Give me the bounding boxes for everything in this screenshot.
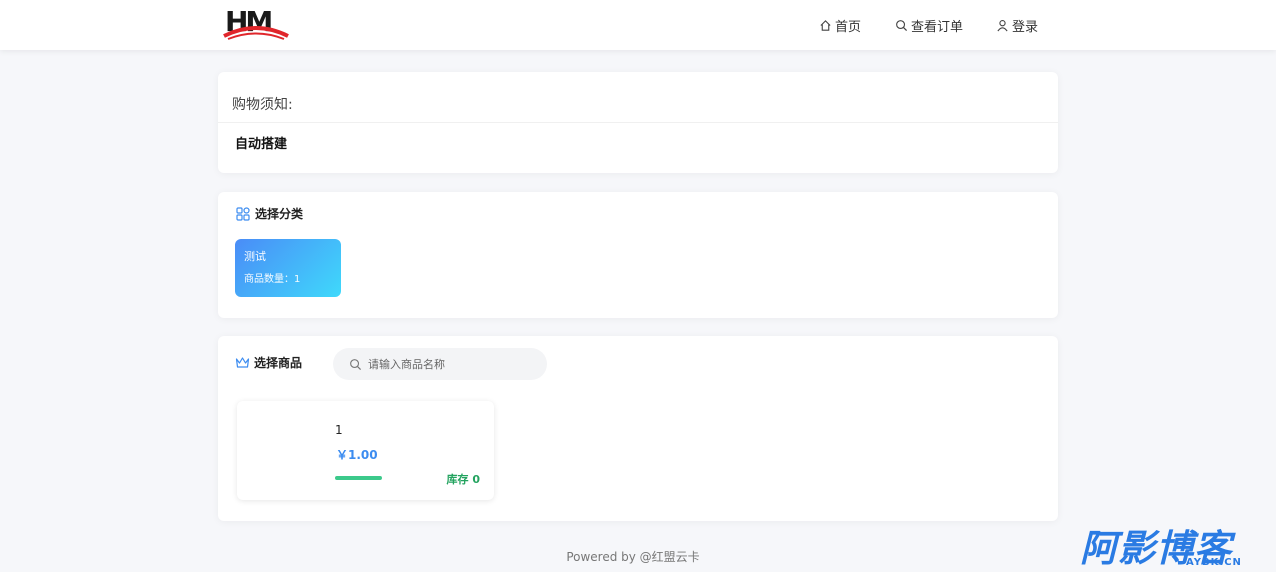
site-logo[interactable]: HM [222,6,290,44]
user-icon [997,19,1008,31]
notice-divider [218,122,1058,123]
product-search-box [333,348,547,380]
nav-home-label: 首页 [835,19,862,35]
watermark-sub: AYBK.CN [1186,557,1242,568]
nav-home[interactable]: 首页 [819,0,861,50]
footer-text: Powered by @红盟云卡 [566,550,700,564]
category-card: 选择分类 测试 商品数量：1 [218,192,1058,318]
products-header: 选择商品 [235,354,302,371]
nav-login-label: 登录 [1012,19,1039,35]
nav-orders[interactable]: 查看订单 [895,0,963,50]
product-price: ￥1.00 [336,448,378,462]
top-bar: HM 首页 查看订单 登录 [0,0,1276,50]
nav-orders-label: 查看订单 [911,19,964,35]
category-count: 商品数量：1 [244,274,301,285]
products-section-title: 选择商品 [254,356,303,370]
product-search-input[interactable] [368,357,538,371]
category-section-title: 选择分类 [255,207,304,221]
crown-icon [235,357,250,368]
category-tile[interactable]: 测试 商品数量：1 [235,239,341,297]
home-icon [820,19,831,31]
stock-bar [335,476,382,480]
category-header: 选择分类 [236,205,303,222]
product-name: 1 [335,423,343,437]
nav-login[interactable]: 登录 [996,0,1038,50]
category-name: 测试 [244,250,266,263]
notice-card: 购物须知: 自动搭建 [218,72,1058,173]
notice-title: 购物须知: [232,97,293,113]
search-icon [350,358,362,370]
product-card[interactable]: 1 ￥1.00 库存 0 [237,401,494,500]
grid-icon [236,206,250,221]
products-card: 选择商品 1 ￥1.00 库存 0 [218,336,1058,521]
product-stock: 库存 0 [446,473,480,486]
watermark: 阿影博客 AYBK.CN [1080,522,1276,572]
search-icon [896,19,908,31]
notice-body: 自动搭建 [235,137,288,152]
